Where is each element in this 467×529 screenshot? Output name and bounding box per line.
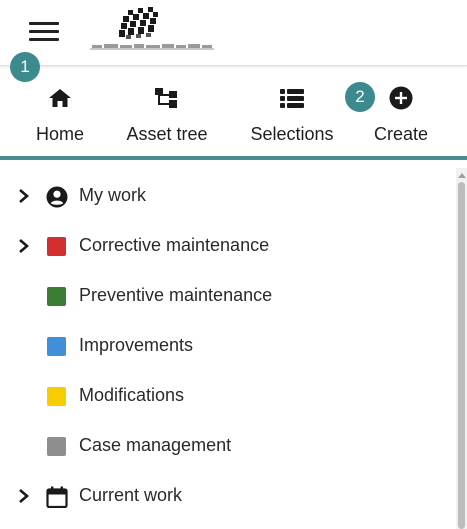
list-item-label: Modifications bbox=[79, 385, 185, 405]
category-color-swatch bbox=[47, 287, 66, 306]
tab-create[interactable]: Create bbox=[360, 66, 442, 156]
account-circle-icon bbox=[46, 186, 68, 208]
chevron-right-icon[interactable] bbox=[17, 186, 31, 206]
list-item-current-work[interactable]: Current work bbox=[0, 472, 455, 520]
tab-label: Selections bbox=[250, 124, 334, 144]
category-color-swatch bbox=[47, 337, 66, 356]
list-item-modifications[interactable]: Modifications bbox=[0, 372, 455, 420]
tab-selections[interactable]: Selections bbox=[237, 66, 347, 156]
tab-label: Create bbox=[373, 124, 429, 144]
list-item-label: My work bbox=[79, 185, 146, 205]
tab-label: Asset tree bbox=[126, 124, 208, 144]
chevron-right-icon[interactable] bbox=[17, 236, 31, 256]
chevron-right-icon[interactable] bbox=[17, 486, 31, 506]
company-logo bbox=[90, 4, 215, 54]
asset-tree-icon bbox=[155, 88, 177, 108]
category-color-swatch bbox=[47, 437, 66, 456]
list-item-my-work[interactable]: My work bbox=[0, 172, 455, 220]
list-item-preventive-maintenance[interactable]: Preventive maintenance bbox=[0, 272, 455, 320]
category-color-swatch bbox=[47, 387, 66, 406]
list-item-label: Improvements bbox=[79, 335, 194, 355]
tab-asset-tree[interactable]: Asset tree bbox=[112, 66, 222, 156]
list-item-label: Current work bbox=[79, 485, 183, 505]
hamburger-line bbox=[29, 30, 59, 33]
hamburger-line bbox=[29, 22, 59, 25]
tab-underline bbox=[0, 156, 467, 160]
main-tabs: Home Asset tree Selections Create bbox=[0, 66, 467, 158]
list-item-label: Case management bbox=[79, 435, 232, 455]
step-badge-2: 2 bbox=[345, 82, 375, 112]
list-item-improvements[interactable]: Improvements bbox=[0, 322, 455, 370]
vertical-scrollbar[interactable] bbox=[456, 168, 467, 529]
scroll-up-arrow-icon[interactable] bbox=[458, 173, 466, 178]
tab-home[interactable]: Home bbox=[20, 66, 100, 156]
list-icon bbox=[280, 89, 304, 108]
top-bar bbox=[0, 0, 467, 66]
list-item-corrective-maintenance[interactable]: Corrective maintenance bbox=[0, 222, 455, 270]
hamburger-menu-icon[interactable] bbox=[27, 18, 61, 46]
list-item-label: Preventive maintenance bbox=[79, 285, 273, 305]
calendar-icon bbox=[46, 486, 68, 508]
list-item-label: Corrective maintenance bbox=[79, 235, 270, 255]
scrollbar-thumb[interactable] bbox=[458, 182, 465, 529]
tab-label: Home bbox=[35, 124, 84, 144]
category-color-swatch bbox=[47, 237, 66, 256]
list-item-case-management[interactable]: Case management bbox=[0, 422, 455, 470]
add-circle-icon bbox=[389, 86, 413, 110]
hamburger-line bbox=[29, 38, 59, 41]
home-icon bbox=[49, 89, 71, 107]
